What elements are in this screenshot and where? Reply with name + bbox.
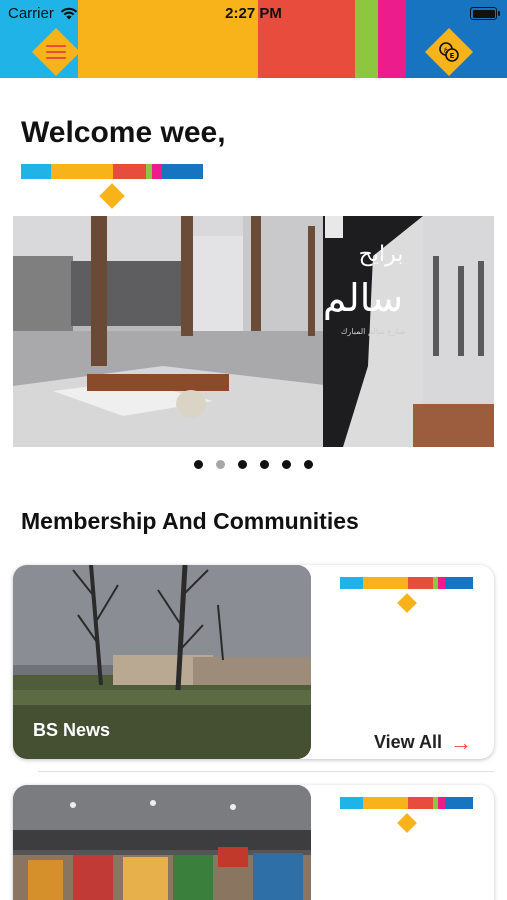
brand-stripe	[21, 164, 203, 179]
carousel-dot[interactable]	[304, 460, 313, 469]
svg-text:سالم: سالم	[323, 276, 403, 320]
card-brand-stripe	[340, 797, 473, 809]
hamburger-icon	[46, 41, 66, 63]
card-diamond-icon	[397, 593, 417, 613]
view-all-link[interactable]: View All →	[373, 729, 472, 755]
menu-button[interactable]	[31, 27, 81, 77]
welcome-heading: Welcome wee,	[21, 116, 226, 149]
arrow-right-icon: →	[450, 729, 472, 755]
hero-banner-image[interactable]: برايح سالم شارع سالم المبارك	[13, 216, 494, 447]
carousel-dot[interactable]	[282, 460, 291, 469]
carousel-dot[interactable]	[260, 460, 269, 469]
view-all-label: View All	[373, 732, 442, 752]
language-switch-icon: ع E	[439, 42, 459, 62]
carousel-dot[interactable]	[216, 460, 225, 469]
svg-text:شارع سالم المبارك: شارع سالم المبارك	[341, 327, 406, 336]
carousel-pagination	[0, 460, 507, 469]
svg-text:برايح: برايح	[359, 242, 404, 267]
section-title-membership: Membership And Communities	[21, 508, 359, 534]
banner-photo: برايح سالم شارع سالم المبارك	[13, 216, 494, 447]
community-card-bs-news[interactable]: BS News View All →	[13, 565, 494, 759]
brand-diamond-icon	[99, 183, 125, 209]
card-brand-stripe	[340, 577, 473, 589]
status-time: 2:27 PM	[225, 5, 282, 22]
card-photo-supermarket	[13, 785, 311, 900]
card-diamond-icon	[397, 813, 417, 833]
language-switch-button[interactable]: ع E	[424, 27, 474, 77]
carousel-dot[interactable]	[238, 460, 247, 469]
community-card-2[interactable]	[13, 785, 494, 900]
status-bar: Carrier 2:27 PM	[0, 0, 507, 28]
card-label: BS News	[33, 720, 111, 740]
battery-icon	[470, 7, 500, 20]
card-divider	[38, 771, 494, 772]
svg-text:E: E	[450, 52, 455, 60]
carousel-dot[interactable]	[194, 460, 203, 469]
